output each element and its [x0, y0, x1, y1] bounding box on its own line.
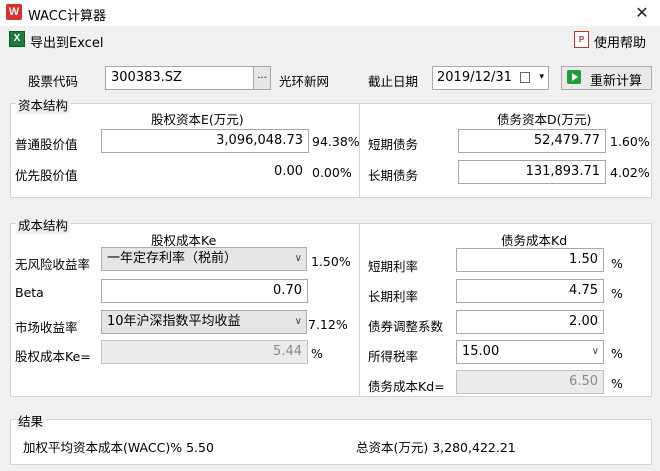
wacc-result: 加权平均资本成本(WACC)% 5.50	[23, 440, 214, 455]
tax-rate-value: 15.00	[462, 344, 500, 359]
ke-unit: %	[311, 346, 323, 361]
stock-code-input[interactable]: 300383.SZ ...	[105, 66, 271, 90]
calendar-icon[interactable]	[520, 72, 530, 83]
app-icon: W	[6, 4, 22, 20]
market-return-select[interactable]: 10年沪深指数平均收益 ∨	[101, 310, 307, 334]
risk-free-option: 一年定存利率（税前）	[107, 251, 238, 266]
risk-free-select[interactable]: 一年定存利率（税前） ∨	[101, 247, 307, 271]
help-pdf-icon[interactable]: P	[574, 31, 589, 48]
excel-icon[interactable]: X	[9, 31, 25, 47]
beta-label: Beta	[15, 285, 44, 300]
chevron-down-icon[interactable]: ∨	[592, 341, 599, 363]
market-return-option: 10年沪深指数平均收益	[107, 314, 241, 329]
common-stock-label: 普通股价值	[15, 137, 78, 152]
short-rate-unit: %	[611, 256, 623, 271]
end-date-picker[interactable]: 2019/12/31 ▾	[432, 66, 549, 90]
risk-free-label: 无风险收益率	[15, 257, 91, 272]
short-debt-label: 短期债务	[368, 137, 419, 152]
short-rate-input[interactable]: 1.50	[456, 248, 604, 272]
end-date-value: 2019/12/31	[437, 70, 512, 85]
export-excel-button[interactable]: 导出到Excel	[30, 32, 103, 51]
preferred-stock-value: 0.00	[101, 160, 309, 184]
chevron-down-icon[interactable]: ∨	[295, 248, 302, 270]
cost-structure-title: 成本结构	[16, 215, 71, 234]
common-stock-value: 3,096,048.73	[101, 129, 309, 153]
short-rate-label: 短期利率	[368, 259, 419, 274]
long-debt-label: 长期债务	[368, 168, 419, 183]
market-return-pct: 7.12%	[308, 317, 348, 332]
long-rate-input[interactable]: 4.75	[456, 279, 604, 303]
divider	[359, 224, 360, 396]
capital-structure-title: 资本结构	[16, 95, 71, 114]
preferred-stock-pct: 0.00%	[312, 165, 352, 180]
market-return-label: 市场收益率	[15, 320, 78, 335]
bond-adjust-input[interactable]: 2.00	[456, 310, 604, 334]
company-name: 光环新网	[279, 74, 330, 89]
preferred-stock-label: 优先股价值	[15, 168, 78, 183]
kd-unit: %	[611, 376, 623, 391]
risk-free-pct: 1.50%	[311, 254, 351, 269]
long-rate-label: 长期利率	[368, 289, 419, 304]
divider	[359, 104, 360, 197]
chevron-down-icon[interactable]: ▾	[539, 67, 544, 88]
debt-cost-title: 债务成本Kd	[501, 233, 568, 248]
chevron-down-icon[interactable]: ∨	[295, 311, 302, 333]
play-icon	[567, 70, 581, 84]
short-debt-pct: 1.60%	[610, 134, 650, 149]
equity-capital-title: 股权资本E(万元)	[151, 112, 244, 127]
beta-input[interactable]: 0.70	[101, 279, 308, 303]
stock-code-value: 300383.SZ	[111, 70, 182, 85]
result-title: 结果	[16, 411, 46, 430]
tax-rate-unit: %	[611, 346, 623, 361]
debt-capital-title: 债务资本D(万元)	[497, 112, 592, 127]
long-debt-pct: 4.02%	[610, 165, 650, 180]
stock-code-label: 股票代码	[28, 74, 79, 89]
short-debt-value: 52,479.77	[458, 129, 606, 153]
bond-adjust-label: 债券调整系数	[368, 319, 444, 334]
recalculate-label[interactable]: 重新计算	[590, 70, 642, 89]
help-button[interactable]: 使用帮助	[594, 32, 646, 51]
ke-value: 5.44	[101, 340, 308, 364]
kd-value: 6.50	[456, 370, 604, 394]
end-date-label: 截止日期	[368, 74, 419, 89]
total-capital-result: 总资本(万元) 3,280,422.21	[356, 440, 516, 455]
ke-label: 股权成本Ke=	[15, 349, 91, 364]
tax-rate-select[interactable]: 15.00 ∨	[456, 340, 604, 364]
tax-rate-label: 所得税率	[368, 349, 419, 364]
long-rate-unit: %	[611, 286, 623, 301]
close-icon[interactable]: ✕	[630, 2, 654, 24]
window-title: WACC计算器	[28, 9, 106, 24]
common-stock-pct: 94.38%	[312, 134, 360, 149]
browse-button[interactable]: ...	[253, 67, 270, 89]
long-debt-value: 131,893.71	[458, 160, 606, 184]
kd-label: 债务成本Kd=	[368, 379, 445, 394]
